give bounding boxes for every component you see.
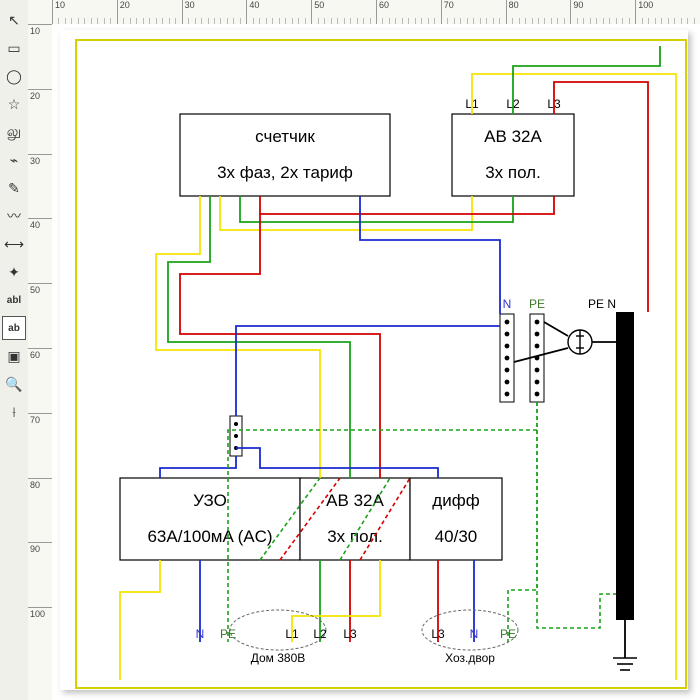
brk2-sub: 3х пол.	[327, 527, 383, 546]
breaker-title: АВ 32А	[484, 127, 542, 146]
label-house: Дом 380В	[251, 651, 306, 665]
measure-icon[interactable]: ⟷	[2, 232, 26, 256]
vertical-toolbar: ↖ ▭ ◯ ☆ லு ⌁ ✎ 〰 ⟷ ✦ abl ab ▣ 🔍 ⟊	[0, 0, 29, 700]
drawing-canvas[interactable]: счетчик 3х фаз, 2х тариф АВ 32А 3х пол. …	[52, 24, 700, 700]
ruler-horizontal: 102030405060708090100	[28, 0, 700, 25]
ellipse-icon[interactable]: ◯	[2, 64, 26, 88]
svg-text:L3: L3	[431, 627, 445, 641]
meter-sub: 3х фаз, 2х тариф	[217, 163, 353, 182]
uzo-sub: 63A/100мA (AC)	[147, 527, 272, 546]
uzo-title: УЗО	[193, 491, 227, 510]
freehand-icon[interactable]: 〰	[2, 204, 26, 228]
svg-text:PE: PE	[220, 627, 236, 641]
mirror-icon[interactable]: ✦	[2, 260, 26, 284]
page: счетчик 3х фаз, 2х тариф АВ 32А 3х пол. …	[60, 30, 688, 690]
bus-pen: PE N	[588, 297, 634, 620]
svg-text:L1: L1	[285, 627, 299, 641]
breaker-sub: 3х пол.	[485, 163, 541, 182]
zoom-icon[interactable]: 🔍	[2, 372, 26, 396]
pen-split	[514, 322, 616, 362]
block-meter: счетчик 3х фаз, 2х тариф	[180, 114, 390, 196]
label-yard: Хоз.двор	[445, 651, 495, 665]
ground-symbol	[613, 620, 637, 670]
svg-text:N: N	[196, 627, 205, 641]
svg-text:L3: L3	[343, 627, 357, 641]
svg-text:PE: PE	[500, 627, 516, 641]
pointer-icon[interactable]: ↖	[2, 8, 26, 32]
meter-title: счетчик	[255, 127, 315, 146]
polyline-icon[interactable]: ⌁	[2, 148, 26, 172]
star-icon[interactable]: ☆	[2, 92, 26, 116]
textbox-icon[interactable]: ab	[2, 316, 26, 340]
diff-title: дифф	[432, 491, 479, 510]
block-uzo: УЗО 63A/100мA (AC)	[120, 478, 300, 560]
block-diff: дифф 40/30	[410, 478, 502, 560]
text-icon[interactable]: abl	[2, 288, 26, 312]
bus-n: N	[500, 297, 514, 402]
svg-text:N: N	[470, 627, 479, 641]
label-n: N	[503, 297, 512, 311]
block-breaker2: АВ 32А 3х пол.	[300, 478, 410, 560]
diff-sub: 40/30	[435, 527, 478, 546]
svg-text:L2: L2	[313, 627, 327, 641]
terminal-mid	[230, 416, 242, 456]
bus-pe: PE	[529, 297, 545, 402]
brk2-title: АВ 32А	[326, 491, 384, 510]
ruler-vertical: 102030405060708090100	[28, 24, 53, 700]
image-icon[interactable]: ▣	[2, 344, 26, 368]
output-house	[230, 610, 326, 650]
schematic-svg: счетчик 3х фаз, 2х тариф АВ 32А 3х пол. …	[60, 30, 688, 690]
label-pe: PE	[529, 297, 545, 311]
bezier-icon[interactable]: ✎	[2, 176, 26, 200]
ruler-icon[interactable]: ⟊	[2, 400, 26, 424]
spiral-icon[interactable]: லு	[2, 120, 26, 144]
label-pen: PE N	[588, 297, 616, 311]
rect-icon[interactable]: ▭	[2, 36, 26, 60]
